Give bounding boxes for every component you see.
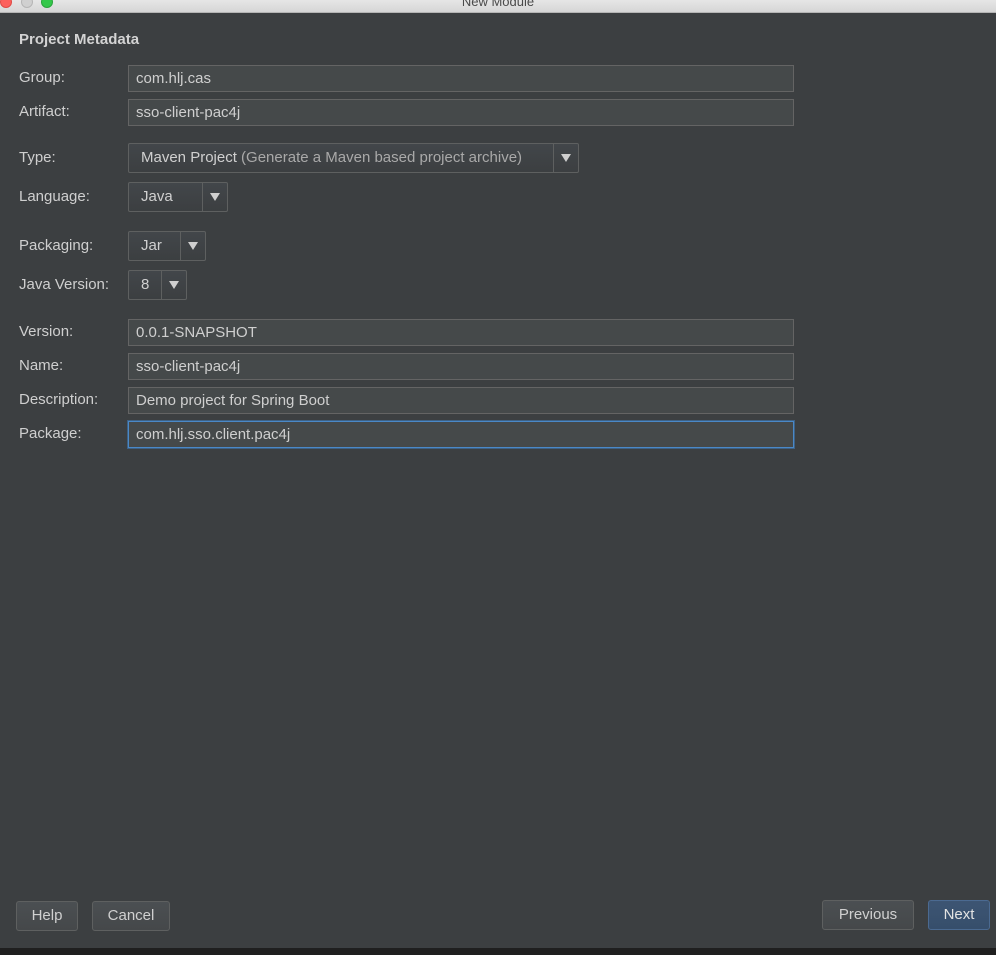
triangle-down-icon [169, 281, 180, 289]
language-value: Java [141, 188, 173, 205]
language-label: Language: [19, 188, 90, 205]
new-module-dialog: New Module Project Metadata Group: com.h… [0, 0, 996, 948]
type-hint: (Generate a Maven based project archive) [241, 149, 523, 166]
section-title: Project Metadata [19, 31, 140, 48]
language-dropdown-arrow[interactable] [202, 183, 227, 211]
java-version-dropdown[interactable]: 8 [128, 270, 187, 300]
language-dropdown[interactable]: Java [128, 182, 228, 212]
artifact-label: Artifact: [19, 103, 70, 120]
package-label: Package: [19, 425, 82, 442]
triangle-down-icon [188, 242, 198, 250]
triangle-down-icon [210, 193, 220, 201]
previous-button[interactable]: Previous [822, 900, 914, 930]
next-button[interactable]: Next [928, 900, 990, 930]
java-version-value: 8 [141, 276, 150, 293]
type-value: Maven Project [141, 149, 237, 166]
cancel-button[interactable]: Cancel [92, 901, 170, 931]
type-dropdown[interactable]: Maven Project (Generate a Maven based pr… [128, 143, 579, 173]
bottom-edge [0, 948, 996, 955]
description-label: Description: [19, 391, 99, 408]
packaging-dropdown-arrow[interactable] [180, 232, 205, 260]
window-title: New Module [461, 0, 535, 9]
packaging-value: Jar [141, 237, 162, 254]
packaging-label: Packaging: [19, 237, 94, 254]
version-label: Version: [19, 323, 74, 340]
title-bar: New Module [0, 0, 996, 13]
type-value-wrap: Maven Project (Generate a Maven based pr… [129, 144, 553, 172]
name-label: Name: [19, 357, 64, 374]
help-button[interactable]: Help [16, 901, 78, 931]
type-dropdown-arrow[interactable] [553, 144, 578, 172]
triangle-down-icon [561, 154, 571, 162]
artifact-field[interactable]: sso-client-pac4j [128, 99, 794, 126]
package-field[interactable]: com.hlj.sso.client.pac4j [128, 421, 794, 448]
packaging-dropdown[interactable]: Jar [128, 231, 206, 261]
description-field[interactable]: Demo project for Spring Boot [128, 387, 794, 414]
type-label: Type: [19, 149, 56, 166]
version-field[interactable]: 0.0.1-SNAPSHOT [128, 319, 794, 346]
group-label: Group: [19, 69, 65, 86]
java-version-dropdown-arrow[interactable] [161, 271, 186, 299]
name-field[interactable]: sso-client-pac4j [128, 353, 794, 380]
group-field[interactable]: com.hlj.cas [128, 65, 794, 92]
java-version-label: Java Version: [19, 276, 110, 293]
